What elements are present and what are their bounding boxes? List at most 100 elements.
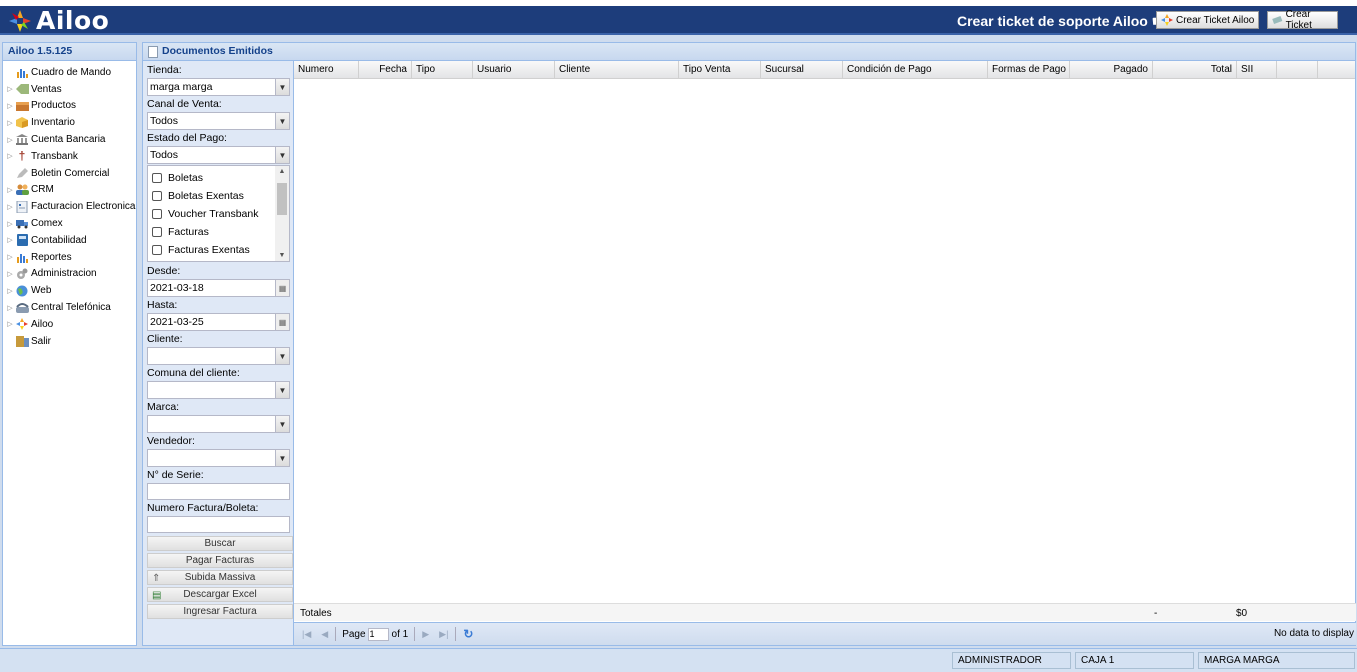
column-header-tipo[interactable]: Tipo: [412, 61, 473, 79]
column-header-pagado[interactable]: Pagado: [1070, 61, 1153, 79]
totals-label: Totales: [300, 608, 332, 619]
subida-massiva-button[interactable]: ⇑ Subida Massiva: [147, 570, 293, 585]
numero-input[interactable]: [147, 516, 290, 533]
column-header-cliente[interactable]: Cliente: [555, 61, 679, 79]
chevron-down-icon[interactable]: ▼: [275, 147, 289, 163]
sidebar-item-facturacion-electronica[interactable]: ▷ Facturacion Electronica: [6, 198, 136, 215]
calculator-icon: [15, 234, 29, 247]
column-header-fecha[interactable]: Fecha: [359, 61, 412, 79]
canal-select[interactable]: Todos ▼: [147, 112, 290, 130]
create-ticket-button[interactable]: Crear Ticket: [1267, 9, 1338, 31]
expand-arrow-icon[interactable]: ▷: [6, 85, 14, 93]
calendar-icon[interactable]: ▦: [275, 280, 289, 296]
create-ticket-ailoo-button[interactable]: Crear Ticket Ailoo: [1156, 11, 1260, 29]
chevron-down-icon[interactable]: ▼: [275, 382, 289, 398]
ingresar-factura-button[interactable]: Ingresar Factura: [147, 604, 293, 619]
expand-arrow-icon[interactable]: ▷: [6, 220, 14, 228]
sidebar-item-contabilidad[interactable]: ▷ Contabilidad: [6, 232, 136, 249]
expand-arrow-icon[interactable]: ▷: [6, 287, 14, 295]
first-page-icon[interactable]: |◀: [302, 629, 311, 640]
column-header-condicion-de-pago[interactable]: Condición de Pago: [843, 61, 988, 79]
last-page-icon[interactable]: ▶|: [439, 629, 448, 640]
doc-type-boletas[interactable]: Boletas: [148, 169, 289, 187]
expand-arrow-icon[interactable]: ▷: [6, 203, 14, 211]
hasta-label: Hasta:: [147, 299, 178, 311]
expand-arrow-icon[interactable]: ▷: [6, 304, 14, 312]
marca-select[interactable]: ▼: [147, 415, 290, 433]
doc-type-voucher-transbank[interactable]: Voucher Transbank: [148, 205, 289, 223]
checkbox[interactable]: [152, 173, 162, 183]
expand-arrow-icon[interactable]: ▷: [6, 270, 14, 278]
cliente-select[interactable]: ▼: [147, 347, 290, 365]
sidebar-item-inventario[interactable]: ▷ Inventario: [6, 114, 136, 131]
chevron-down-icon[interactable]: ▼: [275, 113, 289, 129]
scroll-thumb[interactable]: [277, 183, 287, 215]
desde-date-field[interactable]: 2021-03-18 ▦: [147, 279, 290, 297]
expand-arrow-icon[interactable]: ▷: [6, 102, 14, 110]
calendar-icon[interactable]: ▦: [275, 314, 289, 330]
sidebar-item-cuadro-de-mando[interactable]: Cuadro de Mando: [6, 64, 136, 81]
chevron-down-icon[interactable]: ▼: [275, 416, 289, 432]
scroll-up-icon[interactable]: ▲: [275, 168, 289, 175]
sidebar-item-web[interactable]: ▷ Web: [6, 282, 136, 299]
prev-page-icon[interactable]: ◀: [321, 629, 328, 640]
column-header-usuario[interactable]: Usuario: [473, 61, 555, 79]
document-type-list: Boletas Boletas Exentas Voucher Transban…: [147, 165, 290, 262]
tienda-select[interactable]: marga marga ▼: [147, 78, 290, 96]
sidebar-item-central-telefonica[interactable]: ▷ Central Telefónica: [6, 299, 136, 316]
refresh-icon[interactable]: ↻: [463, 627, 473, 641]
expand-arrow-icon[interactable]: ▷: [6, 320, 14, 328]
scroll-down-icon[interactable]: ▼: [275, 252, 289, 259]
expand-arrow-icon[interactable]: ▷: [6, 236, 14, 244]
expand-arrow-icon[interactable]: ▷: [6, 119, 14, 127]
expand-arrow-icon[interactable]: ▷: [6, 152, 14, 160]
sidebar-item-administracion[interactable]: ▷ Administracion: [6, 266, 136, 283]
sidebar-item-ailoo[interactable]: ▷ Ailoo: [6, 316, 136, 333]
buscar-button[interactable]: Buscar: [147, 536, 293, 551]
expand-arrow-icon[interactable]: ▷: [6, 253, 14, 261]
hasta-date-field[interactable]: 2021-03-25 ▦: [147, 313, 290, 331]
doc-type-boletas-exentas[interactable]: Boletas Exentas: [148, 187, 289, 205]
sidebar-item-transbank[interactable]: ▷ † Transbank: [6, 148, 136, 165]
sidebar-item-cuenta-bancaria[interactable]: ▷ Cuenta Bancaria: [6, 131, 136, 148]
vendedor-select[interactable]: ▼: [147, 449, 290, 467]
doc-type-facturas-exentas[interactable]: Facturas Exentas: [148, 241, 289, 259]
column-header-total[interactable]: Total: [1153, 61, 1237, 79]
checkbox[interactable]: [152, 245, 162, 255]
sidebar-item-salir[interactable]: Salir: [6, 333, 136, 350]
column-header-numero[interactable]: Numero: [294, 61, 359, 79]
column-header-extra[interactable]: [1277, 61, 1318, 79]
pagar-facturas-button[interactable]: Pagar Facturas: [147, 553, 293, 568]
expand-arrow-icon[interactable]: ▷: [6, 136, 14, 144]
sidebar-item-ventas[interactable]: ▷ Ventas: [6, 81, 136, 98]
sidebar-item-label: Transbank: [31, 150, 78, 162]
serie-input[interactable]: [147, 483, 290, 500]
column-header-tipo-venta[interactable]: Tipo Venta: [679, 61, 761, 79]
expand-arrow-icon[interactable]: ▷: [6, 186, 14, 194]
chevron-down-icon[interactable]: ▼: [275, 79, 289, 95]
sidebar-item-boletin-comercial[interactable]: Boletin Comercial: [6, 165, 136, 182]
document-icon: [148, 45, 158, 58]
descargar-excel-button[interactable]: ▤ Descargar Excel: [147, 587, 293, 602]
page-number-input[interactable]: 1: [367, 627, 389, 641]
checkbox[interactable]: [152, 191, 162, 201]
column-header-sucursal[interactable]: Sucursal: [761, 61, 843, 79]
list-scrollbar[interactable]: ▲ ▼: [275, 166, 289, 261]
estado-select[interactable]: Todos ▼: [147, 146, 290, 164]
gears-icon: [15, 268, 29, 280]
checkbox[interactable]: [152, 209, 162, 219]
app-logo[interactable]: Ailoo: [8, 8, 109, 34]
next-page-icon[interactable]: ▶: [422, 629, 429, 640]
checkbox[interactable]: [152, 227, 162, 237]
comuna-select[interactable]: ▼: [147, 381, 290, 399]
column-header-sii[interactable]: SII: [1237, 61, 1277, 79]
column-header-formas-de-pago[interactable]: Formas de Pago: [988, 61, 1070, 79]
sidebar-item-reportes[interactable]: ▷ Reportes: [6, 249, 136, 266]
sidebar-item-comex[interactable]: ▷ Comex: [6, 215, 136, 232]
status-bar: ADMINISTRADOR CAJA 1 MARGA MARGA: [0, 648, 1357, 672]
chevron-down-icon[interactable]: ▼: [275, 450, 289, 466]
sidebar-item-crm[interactable]: ▷ CRM: [6, 182, 136, 199]
doc-type-facturas[interactable]: Facturas: [148, 223, 289, 241]
sidebar-item-productos[interactable]: ▷ Productos: [6, 98, 136, 115]
chevron-down-icon[interactable]: ▼: [275, 348, 289, 364]
